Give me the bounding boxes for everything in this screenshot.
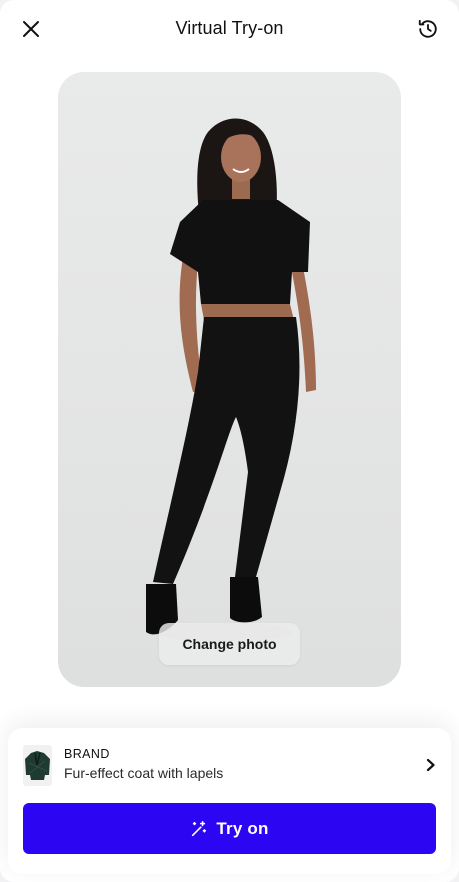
history-button[interactable] bbox=[416, 17, 440, 41]
bottom-panel: BRAND Fur-effect coat with lapels Try on bbox=[8, 728, 451, 874]
try-on-label: Try on bbox=[216, 818, 269, 838]
product-thumbnail bbox=[23, 745, 52, 786]
coat-icon bbox=[25, 751, 50, 780]
change-photo-button[interactable]: Change photo bbox=[159, 623, 300, 665]
try-on-button[interactable]: Try on bbox=[23, 803, 436, 854]
product-brand: BRAND bbox=[64, 747, 110, 761]
header: Virtual Try-on bbox=[0, 0, 459, 60]
page-title: Virtual Try-on bbox=[175, 18, 284, 38]
history-icon bbox=[418, 19, 437, 38]
magic-wand-icon bbox=[192, 820, 207, 836]
model-illustration bbox=[146, 118, 316, 641]
model-photo: Change photo bbox=[58, 72, 401, 687]
product-row[interactable]: BRAND Fur-effect coat with lapels bbox=[8, 728, 451, 802]
product-name: Fur-effect coat with lapels bbox=[64, 765, 224, 781]
chevron-right-icon bbox=[423, 757, 439, 773]
virtual-try-on-screen: Virtual Try-on Change photo BRAND Fur-ef… bbox=[0, 0, 459, 882]
